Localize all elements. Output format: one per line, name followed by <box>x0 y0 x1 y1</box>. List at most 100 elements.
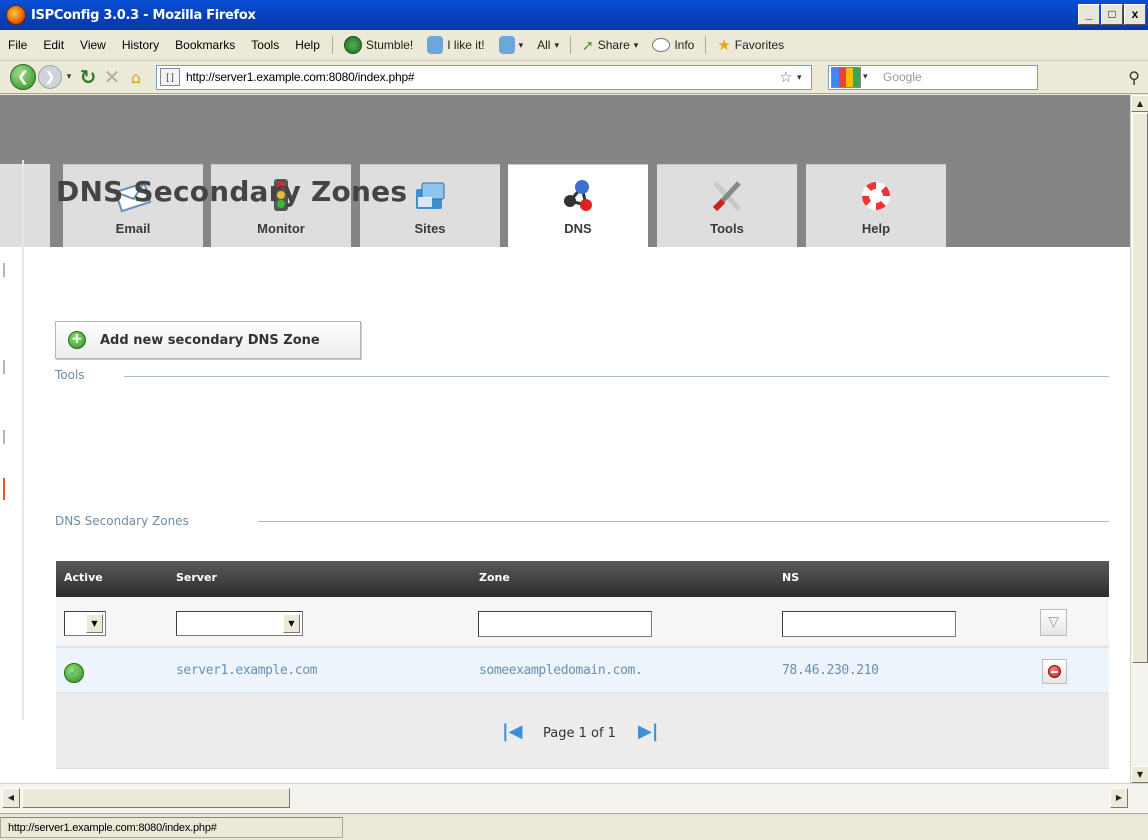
arrow-right-icon: ❯ <box>44 69 56 85</box>
filter-row: ▼ ▼ ▽ <box>56 597 1109 647</box>
col-ns[interactable]: NS <box>782 571 799 584</box>
table-row[interactable]: ✓ server1.example.com someexampledomain.… <box>56 647 1109 693</box>
google-icon[interactable] <box>831 66 861 88</box>
col-active[interactable]: Active <box>64 571 103 584</box>
like-label: I like it! <box>447 38 485 52</box>
add-secondary-zone-button[interactable]: + Add new secondary DNS Zone <box>55 321 361 359</box>
chevron-down-icon: ▼ <box>283 614 300 633</box>
info-label: Info <box>674 38 695 52</box>
stop-button[interactable]: ✕ <box>100 65 124 89</box>
tab-label: DNS <box>564 221 592 236</box>
vertical-scrollbar[interactable]: ▲ ▼ <box>1130 95 1148 783</box>
menu-edit[interactable]: Edit <box>35 38 72 52</box>
menu-tools[interactable]: Tools <box>243 38 287 52</box>
server-filter-select[interactable]: ▼ <box>176 611 303 636</box>
left-margin-mark <box>3 478 5 500</box>
last-page-icon[interactable]: ▶| <box>638 721 658 742</box>
reload-icon: ↻ <box>79 65 97 89</box>
zone-filter-input[interactable] <box>478 611 652 637</box>
separator <box>331 36 333 54</box>
minimize-button[interactable]: _ <box>1078 4 1100 25</box>
thumbs-up-icon <box>427 36 444 54</box>
search-box[interactable]: ▾ Google <box>828 64 1038 90</box>
site-identity-icon[interactable]: [ ] <box>160 68 180 86</box>
page-title: DNS Secondary Zones <box>56 175 408 208</box>
share-icon: ➚ <box>582 36 594 53</box>
tools-icon <box>712 181 741 212</box>
star-icon: ★ <box>717 37 731 54</box>
url-bar[interactable]: [ ] http://server1.example.com:8080/inde… <box>156 64 812 90</box>
filter-button[interactable]: ▽ <box>1040 609 1067 636</box>
share-button[interactable]: ➚ Share ▾ <box>575 37 645 54</box>
delete-icon <box>1048 665 1061 678</box>
separator <box>705 36 707 54</box>
url-text: http://server1.example.com:8080/index.ph… <box>186 70 415 84</box>
search-magnifier-icon[interactable]: ⚲ <box>1128 68 1140 87</box>
scroll-up-icon[interactable]: ▲ <box>1131 95 1148 112</box>
url-dropdown[interactable]: ▾ <box>797 72 811 83</box>
back-button[interactable]: ❮ <box>10 64 36 90</box>
all-dropdown[interactable]: All ▾ <box>530 38 566 52</box>
funnel-icon: ▽ <box>1048 614 1059 630</box>
tab-help[interactable]: Help <box>806 164 946 247</box>
bookmark-star-icon[interactable]: ☆ <box>775 68 797 86</box>
lifebuoy-icon <box>861 181 891 211</box>
home-button[interactable]: ⌂ <box>124 68 148 87</box>
tools-legend: Tools <box>55 368 85 382</box>
left-margin-mark <box>3 360 5 374</box>
dropdown-icon: ▾ <box>518 39 524 50</box>
list-divider <box>258 521 1109 522</box>
tab-label: Email <box>115 221 151 236</box>
home-icon: ⌂ <box>130 67 142 87</box>
tab-label: Sites <box>414 221 446 236</box>
col-zone[interactable]: Zone <box>479 571 510 584</box>
maximize-button[interactable]: □ <box>1101 4 1123 25</box>
ns-filter-input[interactable] <box>782 611 956 637</box>
tab-label: Tools <box>710 221 744 236</box>
left-margin-mark <box>3 430 5 444</box>
hscroll-thumb[interactable] <box>22 788 290 808</box>
menu-view[interactable]: View <box>72 38 114 52</box>
dislike-button[interactable]: ▾ <box>492 36 531 54</box>
history-dropdown[interactable]: ▾ <box>62 72 76 82</box>
search-engine-dropdown[interactable]: ▾ <box>863 72 877 82</box>
separator <box>570 36 572 54</box>
chevron-down-icon: ▾ <box>554 39 560 50</box>
favorites-button[interactable]: ★ Favorites <box>710 36 791 54</box>
chevron-down-icon: ▾ <box>633 39 639 50</box>
status-text: http://server1.example.com:8080/index.ph… <box>0 817 343 838</box>
content-left-border <box>22 160 24 720</box>
scroll-thumb[interactable] <box>1132 113 1148 663</box>
browser-window: ISPConfig 3.0.3 - Mozilla Firefox _ □ x … <box>0 0 1148 840</box>
dns-network-icon <box>564 180 592 211</box>
menu-help[interactable]: Help <box>287 38 328 52</box>
scroll-left-icon[interactable]: ◀ <box>2 788 20 808</box>
first-page-icon[interactable]: |◀ <box>502 721 522 742</box>
menu-history[interactable]: History <box>114 38 167 52</box>
thumbs-down-icon <box>498 36 515 54</box>
scroll-down-icon[interactable]: ▼ <box>1131 766 1148 783</box>
like-button[interactable]: I like it! <box>420 36 491 54</box>
horizontal-scrollbar[interactable]: ◀ ▶ <box>0 783 1148 813</box>
row-zone[interactable]: someexampledomain.com. <box>479 663 643 678</box>
list-legend: DNS Secondary Zones <box>55 514 189 528</box>
tab-tools[interactable]: Tools <box>657 164 797 247</box>
close-button[interactable]: x <box>1124 4 1146 25</box>
menu-bookmarks[interactable]: Bookmarks <box>167 38 243 52</box>
row-ns[interactable]: 78.46.230.210 <box>782 663 879 678</box>
delete-button[interactable] <box>1042 659 1067 684</box>
share-label: Share <box>597 38 630 52</box>
row-server[interactable]: server1.example.com <box>176 663 318 678</box>
forward-button[interactable]: ❯ <box>38 65 62 89</box>
scroll-right-icon[interactable]: ▶ <box>1110 788 1128 808</box>
zones-table: Active Server Zone NS ▼ ▼ ▽ ✓ server1.ex… <box>56 561 1109 769</box>
tab-dns[interactable]: DNS <box>508 164 648 248</box>
stumble-button[interactable]: Stumble! <box>337 36 420 54</box>
reload-button[interactable]: ↻ <box>76 65 100 89</box>
stumble-label: Stumble! <box>365 38 414 52</box>
page-info: Page 1 of 1 <box>543 726 616 741</box>
col-server[interactable]: Server <box>176 571 217 584</box>
menu-file[interactable]: File <box>0 38 35 52</box>
info-button[interactable]: Info <box>645 38 701 52</box>
active-filter-select[interactable]: ▼ <box>64 611 106 636</box>
